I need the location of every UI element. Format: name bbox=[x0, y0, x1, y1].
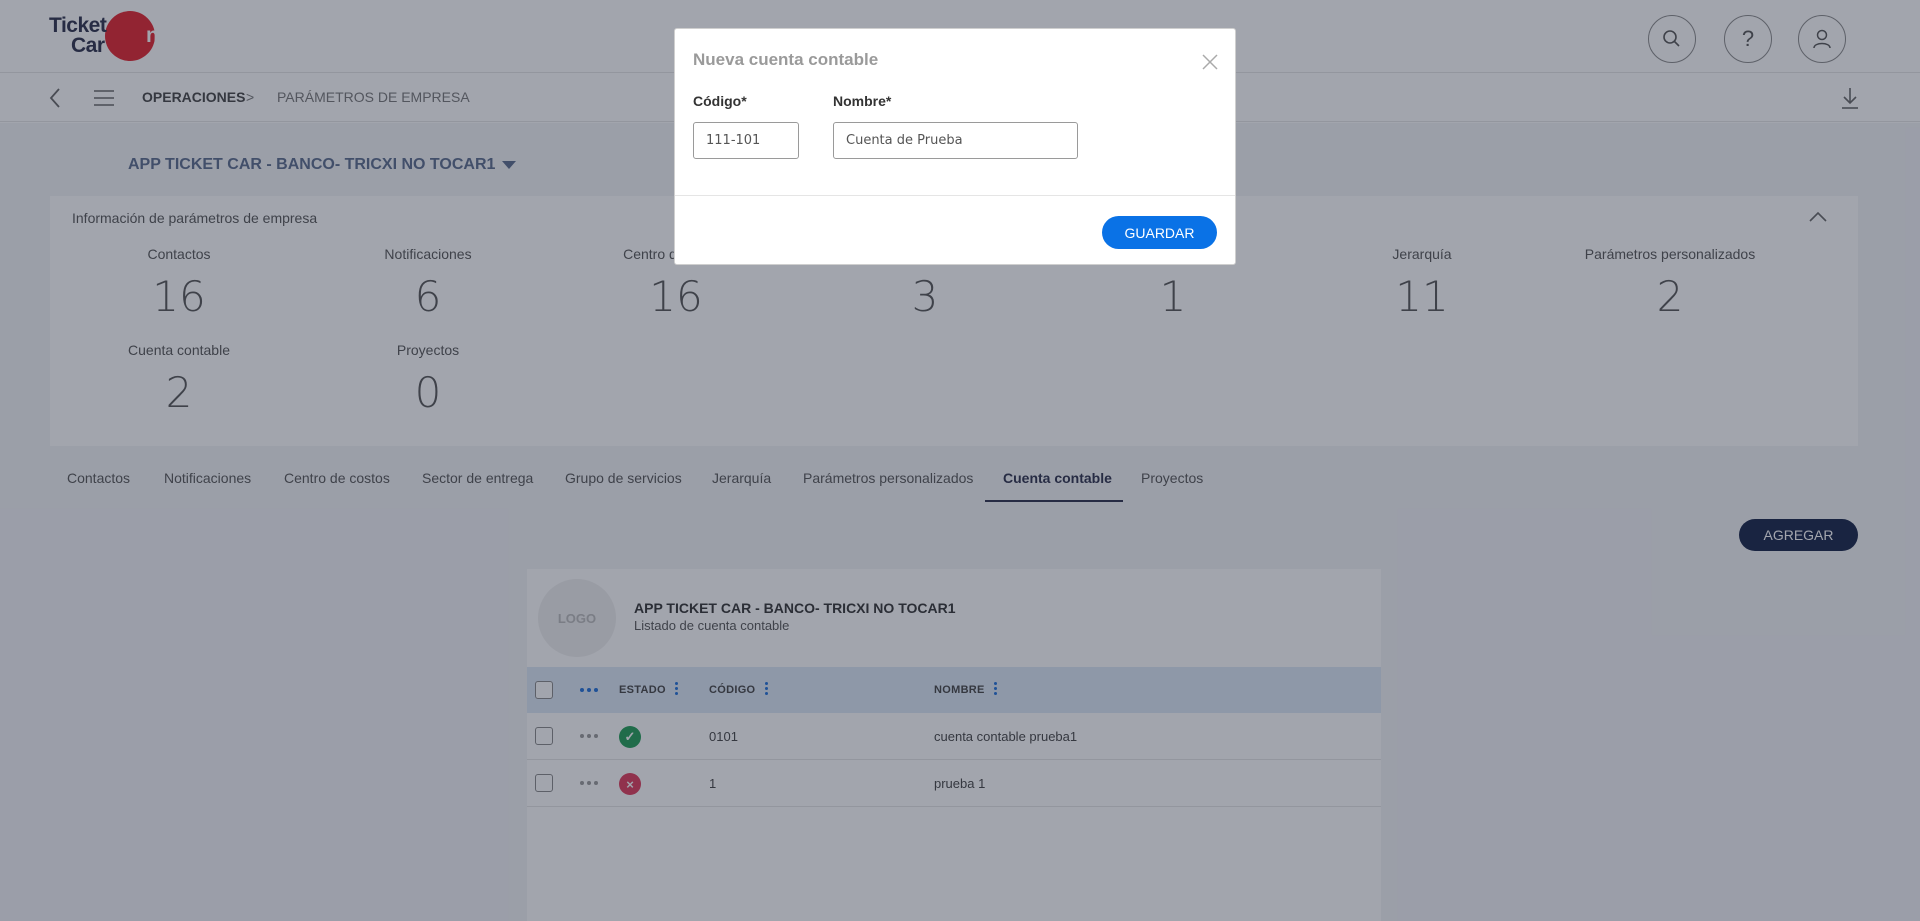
close-icon[interactable] bbox=[1201, 53, 1219, 71]
nombre-field[interactable] bbox=[833, 122, 1078, 159]
nombre-label: Nombre* bbox=[833, 93, 892, 109]
save-button[interactable]: GUARDAR bbox=[1102, 216, 1217, 249]
codigo-label: Código* bbox=[693, 93, 747, 109]
modal-title: Nueva cuenta contable bbox=[693, 50, 879, 69]
codigo-field[interactable] bbox=[693, 122, 799, 159]
new-account-modal: Nueva cuenta contable Código* Nombre* GU… bbox=[674, 28, 1236, 265]
modal-divider bbox=[675, 195, 1235, 196]
